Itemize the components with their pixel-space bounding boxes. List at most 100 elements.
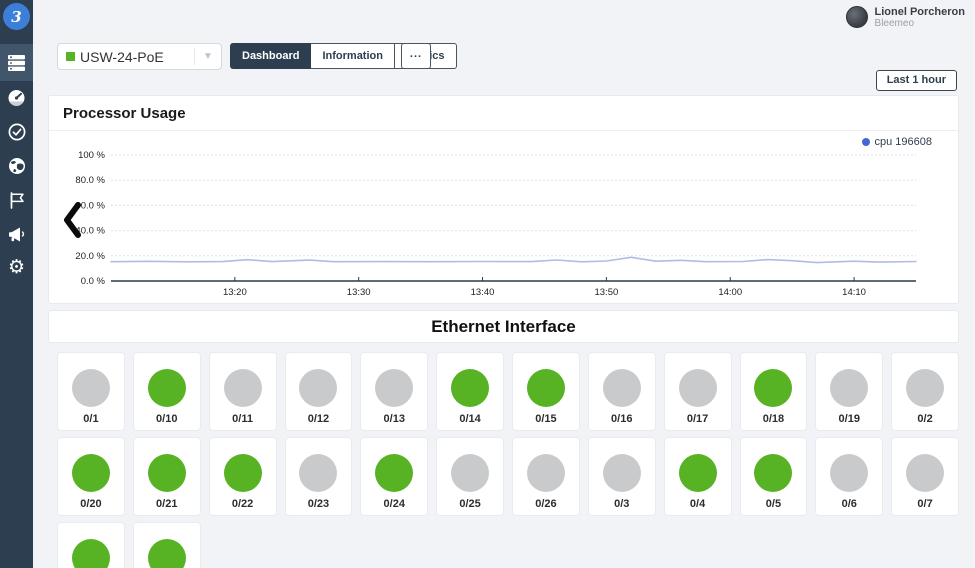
port-tile-0-16[interactable]: 0/16: [588, 352, 656, 431]
port-tile-0-12[interactable]: 0/12: [285, 352, 353, 431]
port-tile-0-19[interactable]: 0/19: [815, 352, 883, 431]
port-tile-0-4[interactable]: 0/4: [664, 437, 732, 516]
port-tile-0-13[interactable]: 0/13: [360, 352, 428, 431]
port-status-icon: [906, 369, 944, 407]
sidebar-item-servers[interactable]: [0, 44, 33, 81]
svg-text:13:40: 13:40: [471, 287, 495, 298]
port-label: 0/14: [459, 413, 480, 425]
port-label: 0/4: [690, 498, 705, 510]
port-tile-0-15[interactable]: 0/15: [512, 352, 580, 431]
port-label: 0/25: [459, 498, 480, 510]
gauge-icon: [7, 89, 26, 107]
user-name: Lionel Porcheron: [875, 6, 965, 18]
port-tile-0-10[interactable]: 0/10: [133, 352, 201, 431]
port-label: 0/17: [687, 413, 708, 425]
time-range-button[interactable]: Last 1 hour: [876, 70, 957, 91]
port-status-icon: [679, 369, 717, 407]
port-tile-0-18[interactable]: 0/18: [740, 352, 808, 431]
port-tile-0-25[interactable]: 0/25: [436, 437, 504, 516]
port-status-icon: [451, 369, 489, 407]
ethernet-interface-card: Ethernet Interface: [48, 310, 959, 343]
app-root: 3 ⚙ Lionel Porcheron Bleemeo USW-24-PoE …: [0, 0, 975, 568]
avatar[interactable]: [846, 6, 868, 28]
sidebar-item-check-circle[interactable]: [0, 115, 33, 149]
sidebar-nav: ⚙: [0, 44, 33, 285]
ethernet-ports-grid: 0/1 0/10 0/11 0/12 0/13 0/14 0/15 0/16 0/17 0/18 0…: [57, 352, 959, 568]
device-selector[interactable]: USW-24-PoE ▼: [57, 43, 222, 70]
servers-icon: [7, 54, 26, 72]
port-status-icon: [830, 369, 868, 407]
svg-text:14:10: 14:10: [842, 287, 866, 298]
port-label: 0/10: [156, 413, 177, 425]
tab-dashboard[interactable]: Dashboard: [230, 43, 311, 69]
port-label: 0/5: [766, 498, 781, 510]
bleemeo-logo-icon[interactable]: 3: [3, 3, 30, 30]
processor-usage-card: Processor Usage cpu 196608 100 %80.0 %60…: [48, 95, 959, 304]
port-tile-0-22[interactable]: 0/22: [209, 437, 277, 516]
port-label: 0/3: [614, 498, 629, 510]
svg-text:13:50: 13:50: [594, 287, 618, 298]
sidebar-item-flag[interactable]: [0, 183, 33, 217]
port-status-icon: [830, 454, 868, 492]
svg-text:20.0 %: 20.0 %: [75, 251, 105, 262]
flag-icon: [8, 191, 26, 209]
port-status-icon: [72, 454, 110, 492]
more-options-button[interactable]: ...: [401, 43, 431, 69]
megaphone-icon: [7, 225, 26, 243]
port-status-icon: [451, 454, 489, 492]
carousel-prev-button[interactable]: [61, 201, 85, 239]
port-label: 0/13: [384, 413, 405, 425]
port-status-icon: [603, 369, 641, 407]
port-status-icon: [299, 369, 337, 407]
port-label: 0/1: [83, 413, 98, 425]
port-tile-0-6[interactable]: 0/6: [815, 437, 883, 516]
port-tile-0-3[interactable]: 0/3: [588, 437, 656, 516]
port-status-icon: [148, 454, 186, 492]
tab-information[interactable]: Information: [311, 43, 395, 69]
device-selector-value: USW-24-PoE: [80, 49, 194, 65]
cpu-usage-chart: 100 %80.0 %60.0 %40.0 %20.0 %0.0 %13:201…: [49, 130, 960, 302]
port-tile-0-5[interactable]: 0/5: [740, 437, 808, 516]
svg-text:80.0 %: 80.0 %: [75, 175, 105, 186]
port-status-icon: [527, 454, 565, 492]
port-label: 0/15: [535, 413, 556, 425]
port-tile-0-7[interactable]: 0/7: [891, 437, 959, 516]
processor-usage-title: Processor Usage: [49, 96, 958, 131]
port-label: 0/21: [156, 498, 177, 510]
port-status-icon: [72, 369, 110, 407]
port-tile-0-9[interactable]: 0/9: [133, 522, 201, 568]
port-label: 0/7: [917, 498, 932, 510]
port-label: 0/19: [839, 413, 860, 425]
svg-text:14:00: 14:00: [718, 287, 742, 298]
port-tile-0-8[interactable]: 0/8: [57, 522, 125, 568]
port-label: 0/6: [842, 498, 857, 510]
ethernet-interface-title: Ethernet Interface: [431, 317, 576, 337]
port-tile-0-1[interactable]: 0/1: [57, 352, 125, 431]
sidebar-item-gauge[interactable]: [0, 81, 33, 115]
port-label: 0/11: [232, 413, 253, 425]
port-tile-0-14[interactable]: 0/14: [436, 352, 504, 431]
sidebar-item-megaphone[interactable]: [0, 217, 33, 251]
chevron-down-icon[interactable]: ▼: [195, 51, 221, 62]
chevron-left-icon: [61, 201, 85, 239]
sidebar-item-gear[interactable]: ⚙: [0, 251, 33, 285]
port-label: 0/22: [232, 498, 253, 510]
port-tile-0-20[interactable]: 0/20: [57, 437, 125, 516]
port-status-icon: [906, 454, 944, 492]
port-tile-0-24[interactable]: 0/24: [360, 437, 428, 516]
svg-text:13:20: 13:20: [223, 287, 247, 298]
port-label: 0/24: [384, 498, 405, 510]
port-tile-0-17[interactable]: 0/17: [664, 352, 732, 431]
port-status-icon: [148, 369, 186, 407]
port-tile-0-21[interactable]: 0/21: [133, 437, 201, 516]
svg-text:100 %: 100 %: [78, 150, 105, 161]
port-tile-0-26[interactable]: 0/26: [512, 437, 580, 516]
port-label: 0/23: [308, 498, 329, 510]
sidebar-item-globe[interactable]: [0, 149, 33, 183]
globe-icon: [8, 157, 26, 175]
user-menu[interactable]: Lionel Porcheron Bleemeo: [846, 6, 965, 30]
port-tile-0-11[interactable]: 0/11: [209, 352, 277, 431]
port-tile-0-23[interactable]: 0/23: [285, 437, 353, 516]
port-label: 0/26: [535, 498, 556, 510]
port-tile-0-2[interactable]: 0/2: [891, 352, 959, 431]
